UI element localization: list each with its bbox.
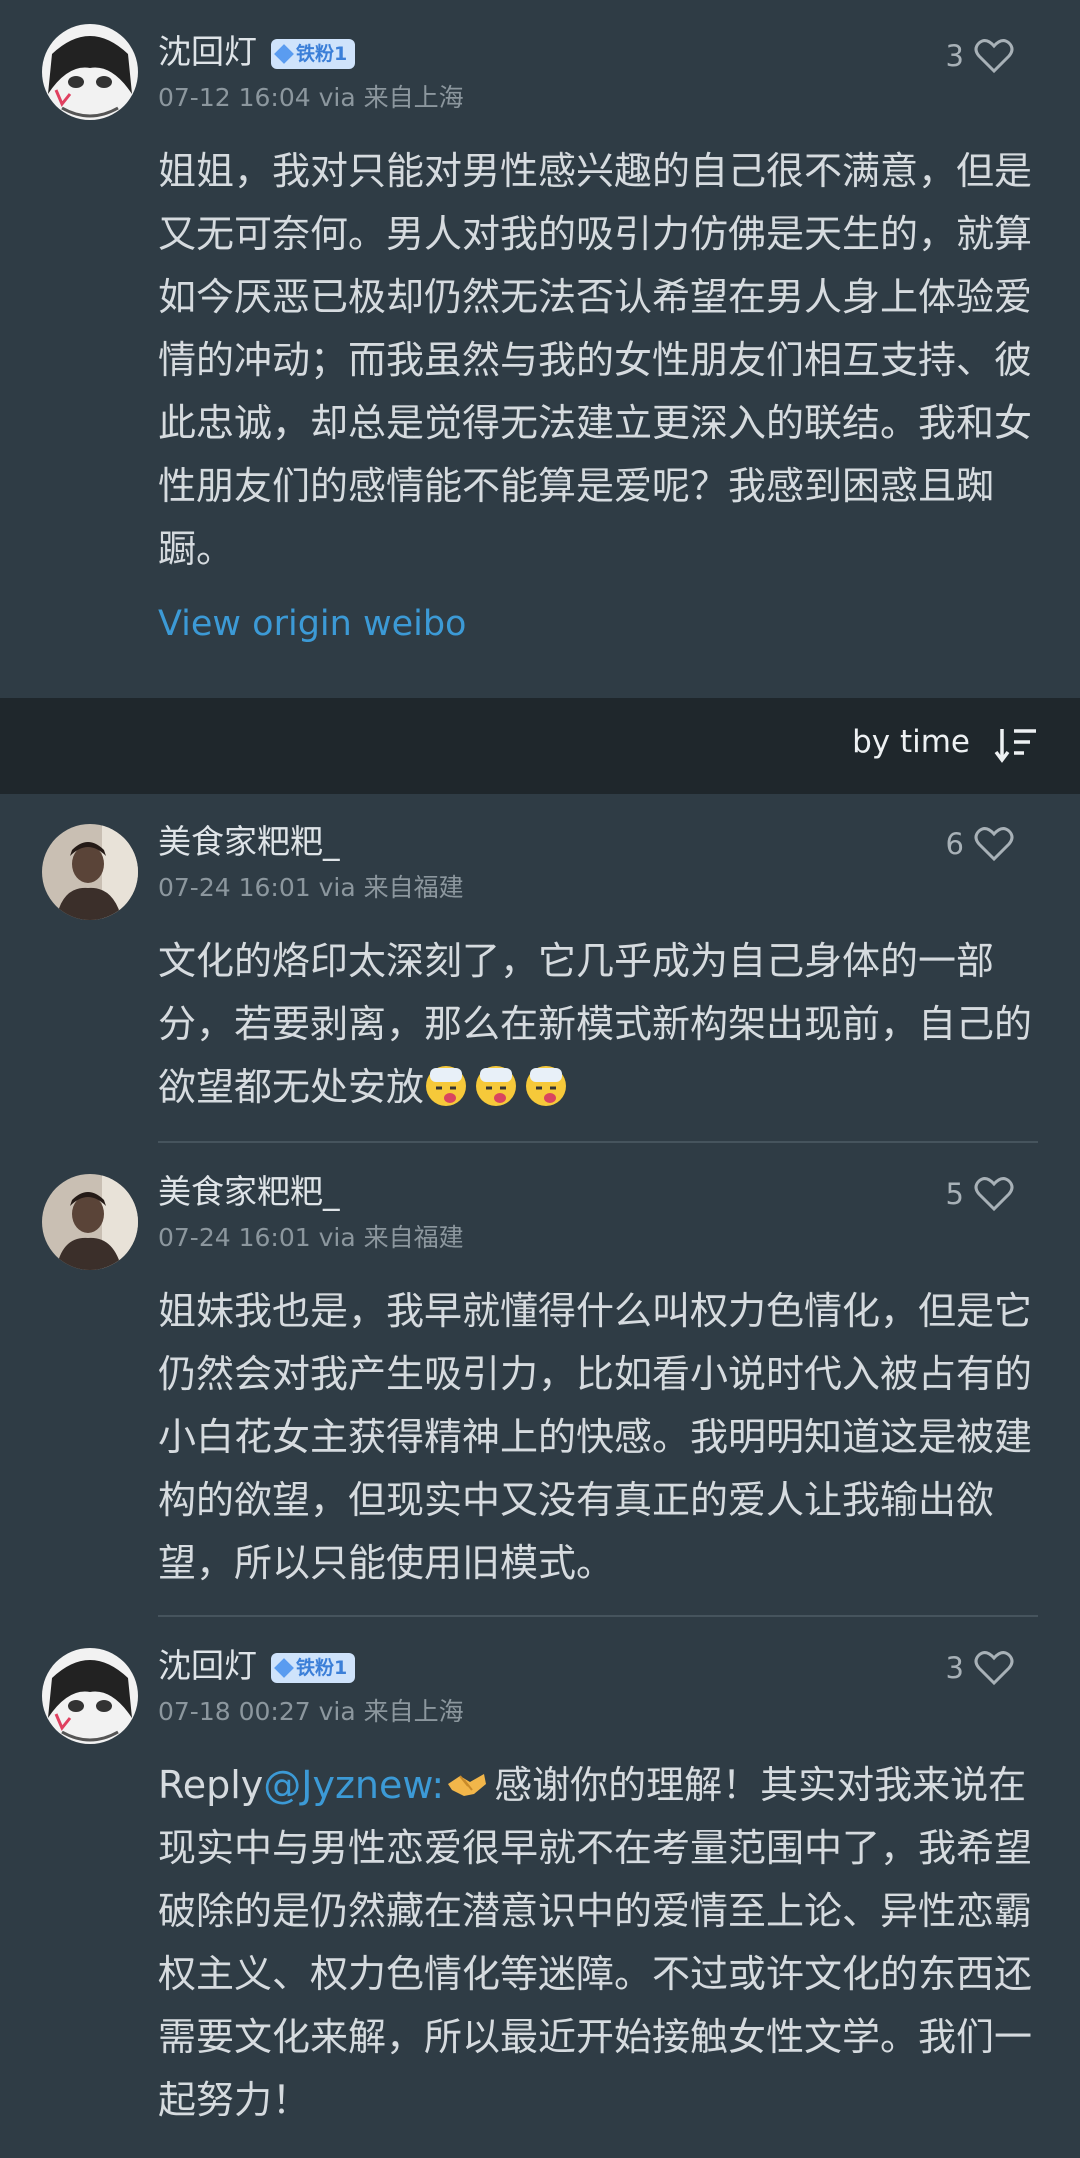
sick-face-emoji-icon (526, 1066, 567, 1106)
post-content: 姐姐，我对只能对男性感兴趣的自己很不满意，但是又无可奈何。男人对我的吸引力仿佛是… (158, 149, 1033, 571)
comment-item: 沈回灯 铁粉1 07-18 00:27 via 来自上海 3 Reply@Jyzn… (0, 1618, 1080, 2158)
badge-label: 铁粉1 (296, 42, 348, 65)
diamond-icon (274, 1657, 294, 1678)
comment-text: 文化的烙印太深刻了，它几乎成为自己身体的一部分，若要剥离，那么在新模式新构架出现… (158, 939, 1033, 1109)
avatar[interactable] (42, 24, 138, 120)
comment-meta: 07-24 16:01 via 来自福建 (158, 873, 464, 902)
sort-bar: by time (0, 698, 1080, 794)
like-button[interactable]: 5 (946, 1176, 1014, 1212)
comment-divider (158, 1141, 1038, 1143)
comment-username[interactable]: 沈回灯 铁粉1 (158, 1646, 356, 1686)
sort-label[interactable]: by time (852, 724, 970, 760)
badge-label: 铁粉1 (296, 1656, 348, 1679)
heart-icon (974, 39, 1014, 74)
like-count: 3 (945, 39, 964, 73)
avatar[interactable] (42, 1648, 138, 1744)
comment-item: 美食家粑粑_ 07-24 16:01 via 来自福建 6 文化的烙印太深刻了，… (0, 794, 1080, 1144)
username-text[interactable]: 沈回灯 (158, 1646, 257, 1685)
view-origin-link[interactable]: View origin weibo (158, 593, 1038, 656)
fan-badge: 铁粉1 (271, 1652, 356, 1683)
reply-prefix: Reply (158, 1763, 264, 1807)
like-button[interactable]: 3 (946, 1650, 1014, 1686)
mention-link[interactable]: @Jyznew: (263, 1763, 444, 1807)
heart-icon (974, 827, 1014, 862)
heart-icon (974, 1651, 1014, 1686)
avatar[interactable] (42, 1174, 138, 1270)
like-button[interactable]: 6 (946, 826, 1014, 862)
like-count: 5 (945, 1177, 964, 1211)
sick-face-emoji-icon (426, 1066, 467, 1106)
comment-content: Reply@Jyznew: 感谢你的理解！其实对我来说在现实中与男性恋爱很早就不在… (158, 1754, 1038, 2132)
sort-desc-icon[interactable] (994, 725, 1038, 765)
comment-meta: 07-24 16:01 via 来自福建 (158, 1223, 464, 1252)
like-count: 6 (945, 827, 964, 861)
sick-face-emoji-icon (476, 1066, 517, 1106)
comment-username[interactable]: 美食家粑粑_ (158, 1172, 340, 1212)
emoji-group (424, 1065, 574, 1109)
comment-username[interactable]: 美食家粑粑_ (158, 822, 340, 862)
handshake-icon (448, 1774, 487, 1796)
heart-icon (974, 1177, 1014, 1212)
comment-divider (158, 1615, 1038, 1617)
post-meta: 07-12 16:04 via 来自上海 (158, 83, 464, 112)
diamond-icon (274, 43, 294, 64)
avatar[interactable] (42, 824, 138, 920)
like-count: 3 (945, 1651, 964, 1685)
comment-text: 感谢你的理解！其实对我来说在现实中与男性恋爱很早就不在考量范围中了，我希望破除的… (158, 1763, 1033, 2122)
comment-content: 姐妹我也是，我早就懂得什么叫权力色情化，但是它仍然会对我产生吸引力，比如看小说时… (158, 1289, 1033, 1585)
post-username[interactable]: 沈回灯 铁粉1 (158, 32, 356, 72)
username-text[interactable]: 沈回灯 (158, 32, 257, 71)
like-button[interactable]: 3 (946, 38, 1014, 74)
comment-meta: 07-18 00:27 via 来自上海 (158, 1697, 464, 1726)
fan-badge: 铁粉1 (271, 38, 356, 69)
original-post: 沈回灯 铁粉1 07-12 16:04 via 来自上海 3 姐姐，我对只能对男性… (0, 0, 1080, 698)
comment-item: 美食家粑粑_ 07-24 16:01 via 来自福建 5 姐妹我也是，我早就懂… (0, 1144, 1080, 1618)
comment-content: 文化的烙印太深刻了，它几乎成为自己身体的一部分，若要剥离，那么在新模式新构架出现… (158, 930, 1038, 1119)
